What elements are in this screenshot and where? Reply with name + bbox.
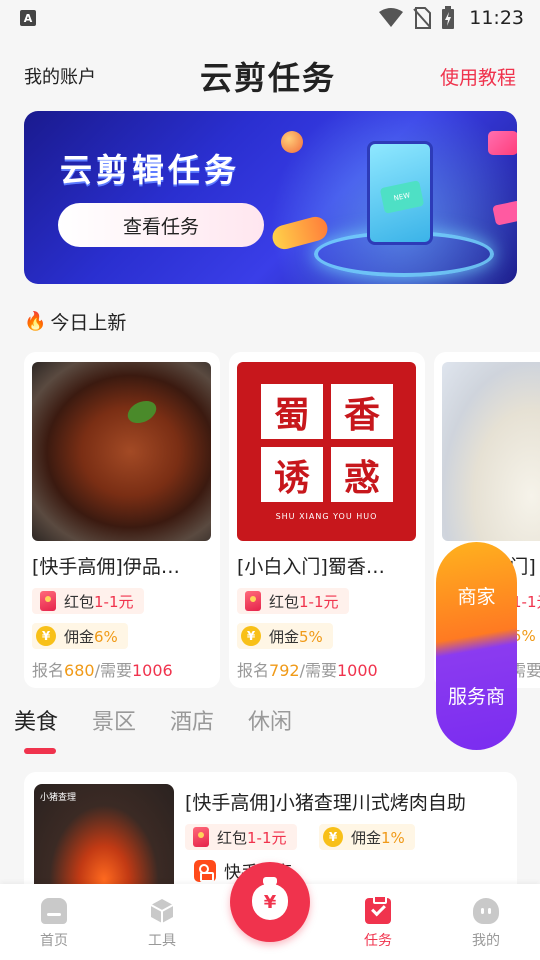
signup-count: 680	[64, 661, 95, 680]
video-cube-icon	[488, 131, 517, 155]
nav-tasks[interactable]: 任务	[338, 895, 418, 950]
merchant-button[interactable]: 商家	[436, 582, 517, 609]
active-tab-indicator	[24, 748, 56, 754]
red-envelope-icon	[193, 827, 209, 847]
chip-value: 6%	[94, 627, 118, 646]
red-envelope-icon	[245, 591, 261, 611]
clock: 11:23	[469, 7, 524, 29]
fire-icon: 🔥	[24, 311, 47, 332]
stat-label: 报名	[237, 661, 270, 680]
tutorial-link[interactable]: 使用教程	[440, 63, 516, 90]
thumbnail-label: 小猪查理	[40, 793, 77, 803]
section-title: 今日上新	[50, 312, 127, 334]
nav-tools[interactable]: 工具	[122, 898, 202, 950]
image-char: 惑	[331, 447, 393, 502]
task-card-image	[442, 362, 540, 541]
image-char: 蜀	[261, 384, 323, 439]
nav-home[interactable]: 首页	[14, 898, 94, 950]
keyboard-indicator-icon: A	[20, 10, 36, 26]
chip-value: 1-1元	[299, 592, 339, 611]
task-card-title: [快手高佣]伊品…	[32, 556, 180, 578]
task-title: [快手高佣]小猪查理川式烤肉自助	[185, 792, 466, 814]
clipboard-check-icon	[365, 895, 391, 924]
commission-chip: ¥ 佣金6%	[32, 623, 128, 649]
new-card-graphic: NEW	[379, 180, 425, 214]
red-packet-chip: 红包1-1元	[237, 588, 349, 614]
promo-banner[interactable]: NEW 云剪辑任务 查看任务	[24, 111, 517, 284]
chip-label: 佣金	[269, 627, 300, 646]
stat-label: /需要	[94, 661, 132, 680]
nav-profile[interactable]: 我的	[446, 898, 526, 950]
app-header: 我的账户 云剪任务 使用教程	[0, 48, 540, 104]
home-icon	[41, 898, 67, 924]
yen-coin-icon: ¥	[323, 827, 343, 847]
red-packet-chip: 红包1-1元	[185, 824, 297, 850]
phone-graphic: NEW	[367, 141, 433, 245]
chip-label: 红包	[269, 592, 300, 611]
chip-label: 红包	[217, 828, 248, 847]
status-bar: A 11:23	[0, 0, 540, 36]
chip-value: 5%	[299, 627, 323, 646]
tab-leisure[interactable]: 休闲	[248, 704, 292, 736]
commission-chip: ¥ 佣金5%	[237, 623, 333, 649]
wifi-icon	[379, 8, 404, 27]
need-count: 1006	[131, 661, 173, 680]
task-card[interactable]: [快手高佣]伊品… 红包1-1元 ¥ 佣金6% 报名680/需要1006	[24, 352, 220, 688]
red-packet-chip: 红包1-1元	[32, 588, 144, 614]
tab-food[interactable]: 美食	[14, 704, 58, 736]
chip-label: 红包	[64, 592, 95, 611]
yen-coin-icon: ¥	[241, 626, 261, 646]
stat-label: /需要	[299, 661, 337, 680]
chip-label: 佣金	[64, 627, 95, 646]
cube-icon	[150, 899, 174, 923]
task-card-image: 蜀 香 诱 惑 SHU XIANG YOU HUO	[237, 362, 416, 541]
yen-coin-icon: ¥	[36, 626, 56, 646]
task-card-image	[32, 362, 211, 541]
planet-icon	[281, 131, 303, 153]
tab-scenic[interactable]: 景区	[92, 704, 136, 736]
task-card[interactable]: 蜀 香 诱 惑 SHU XIANG YOU HUO [小白入门]蜀香… 红包1-…	[229, 352, 425, 688]
image-subtext: SHU XIANG YOU HUO	[275, 512, 378, 521]
chip-value: 1-1元	[247, 828, 287, 847]
nav-label: 我的	[472, 933, 500, 949]
page-title: 云剪任务	[199, 59, 336, 97]
task-card-title: [小白入门]蜀香…	[237, 556, 385, 578]
chip-label: 佣金	[351, 828, 382, 847]
nav-label: 首页	[40, 933, 68, 949]
kuaishou-icon	[194, 859, 216, 882]
banner-title: 云剪辑任务	[60, 151, 241, 189]
nav-label: 工具	[148, 933, 176, 949]
signup-stat: 报名792/需要1000	[237, 657, 378, 681]
need-count: 1000	[336, 661, 378, 680]
battery-charging-icon	[442, 6, 455, 29]
my-account-link[interactable]: 我的账户	[24, 63, 96, 89]
section-today-new: 🔥 今日上新	[24, 308, 126, 335]
signup-count: 792	[269, 661, 300, 680]
category-tabs: 美食 景区 酒店 休闲	[14, 704, 292, 736]
red-envelope-icon	[40, 591, 56, 611]
nav-label: 任务	[364, 933, 392, 949]
money-bag-icon: ¥	[252, 877, 288, 920]
image-char: 香	[331, 384, 393, 439]
merchant-service-widget: 商家 服务商	[436, 542, 517, 750]
chip-value: 1%	[381, 828, 405, 847]
view-tasks-button[interactable]: 查看任务	[58, 203, 264, 247]
no-sim-icon	[413, 7, 432, 29]
image-char: 诱	[261, 447, 323, 502]
tab-hotel[interactable]: 酒店	[170, 704, 214, 736]
commission-chip: ¥ 佣金1%	[319, 824, 415, 850]
chip-value: 1-1元	[94, 592, 134, 611]
service-provider-button[interactable]: 服务商	[436, 682, 517, 709]
profile-icon	[473, 898, 499, 924]
nav-earn-button[interactable]: ¥	[230, 862, 310, 942]
stat-label: 报名	[32, 661, 65, 680]
new-badge: NEW	[393, 191, 411, 203]
signup-stat: 报名680/需要1006	[32, 657, 173, 681]
